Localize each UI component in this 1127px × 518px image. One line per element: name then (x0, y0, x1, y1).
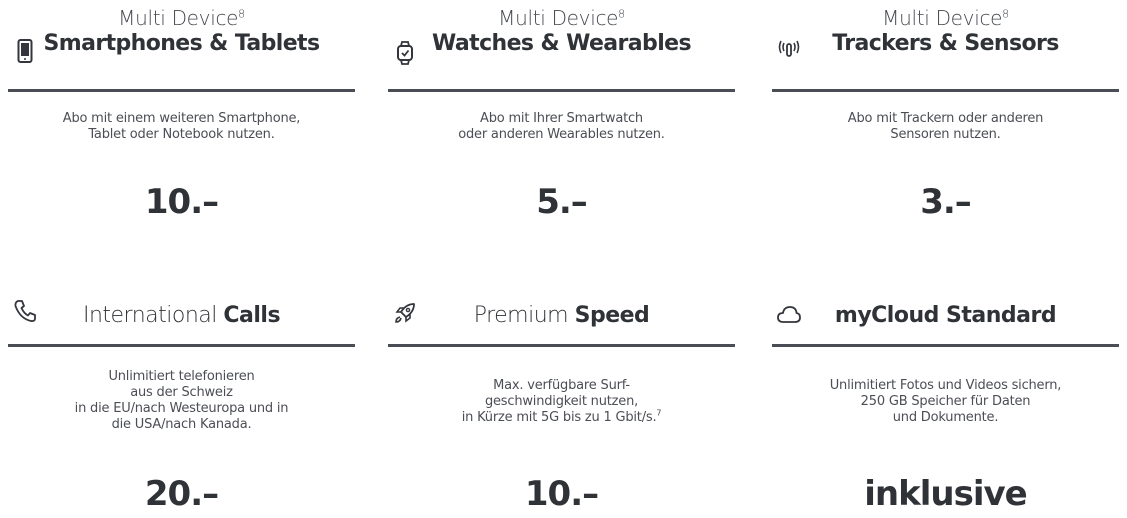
card-price: 5.– (536, 182, 588, 222)
card-title: Trackers & Sensors (832, 31, 1059, 56)
card-description: Unlimitiert Fotos und Videos sichern, 25… (829, 378, 1062, 425)
card-title: myCloud Standard (834, 303, 1057, 328)
card-header: Multi Device8 Watches & Wearables (388, 6, 735, 58)
card-description: Abo mit Ihrer Smartwatch oder anderen We… (458, 111, 665, 142)
card-price: 10.– (144, 182, 219, 222)
card-overline: Multi Device8 (118, 6, 245, 30)
card-overline: Multi Device8 (498, 6, 625, 30)
card-description: Max. verfügbare Surf- geschwindigkeit nu… (461, 378, 662, 425)
card-header: Multi Device8 Smartphones & Tablets (8, 6, 355, 58)
divider (772, 344, 1119, 347)
divider (388, 344, 735, 347)
card-price: 3.– (920, 182, 972, 222)
card-title: International Calls (82, 303, 281, 328)
card-title: Watches & Wearables (432, 31, 692, 56)
card-description: Abo mit einem weiteren Smartphone, Table… (62, 111, 301, 142)
card-overline: Multi Device8 (882, 6, 1009, 30)
card-title: Premium Speed (473, 303, 650, 328)
divider (8, 344, 355, 347)
card-price: 20.– (144, 474, 219, 514)
divider (388, 89, 735, 92)
card-title: Smartphones & Tablets (43, 31, 321, 56)
card-price: 10.– (524, 474, 599, 514)
card-header: Multi Device8 Trackers & Sensors (772, 6, 1119, 58)
card-price: inklusive (864, 474, 1027, 514)
divider (772, 89, 1119, 92)
card-description: Abo mit Trackern oder anderen Sensoren n… (847, 111, 1044, 142)
divider (8, 89, 355, 92)
card-description: Unlimitiert telefonieren aus der Schweiz… (74, 369, 289, 432)
